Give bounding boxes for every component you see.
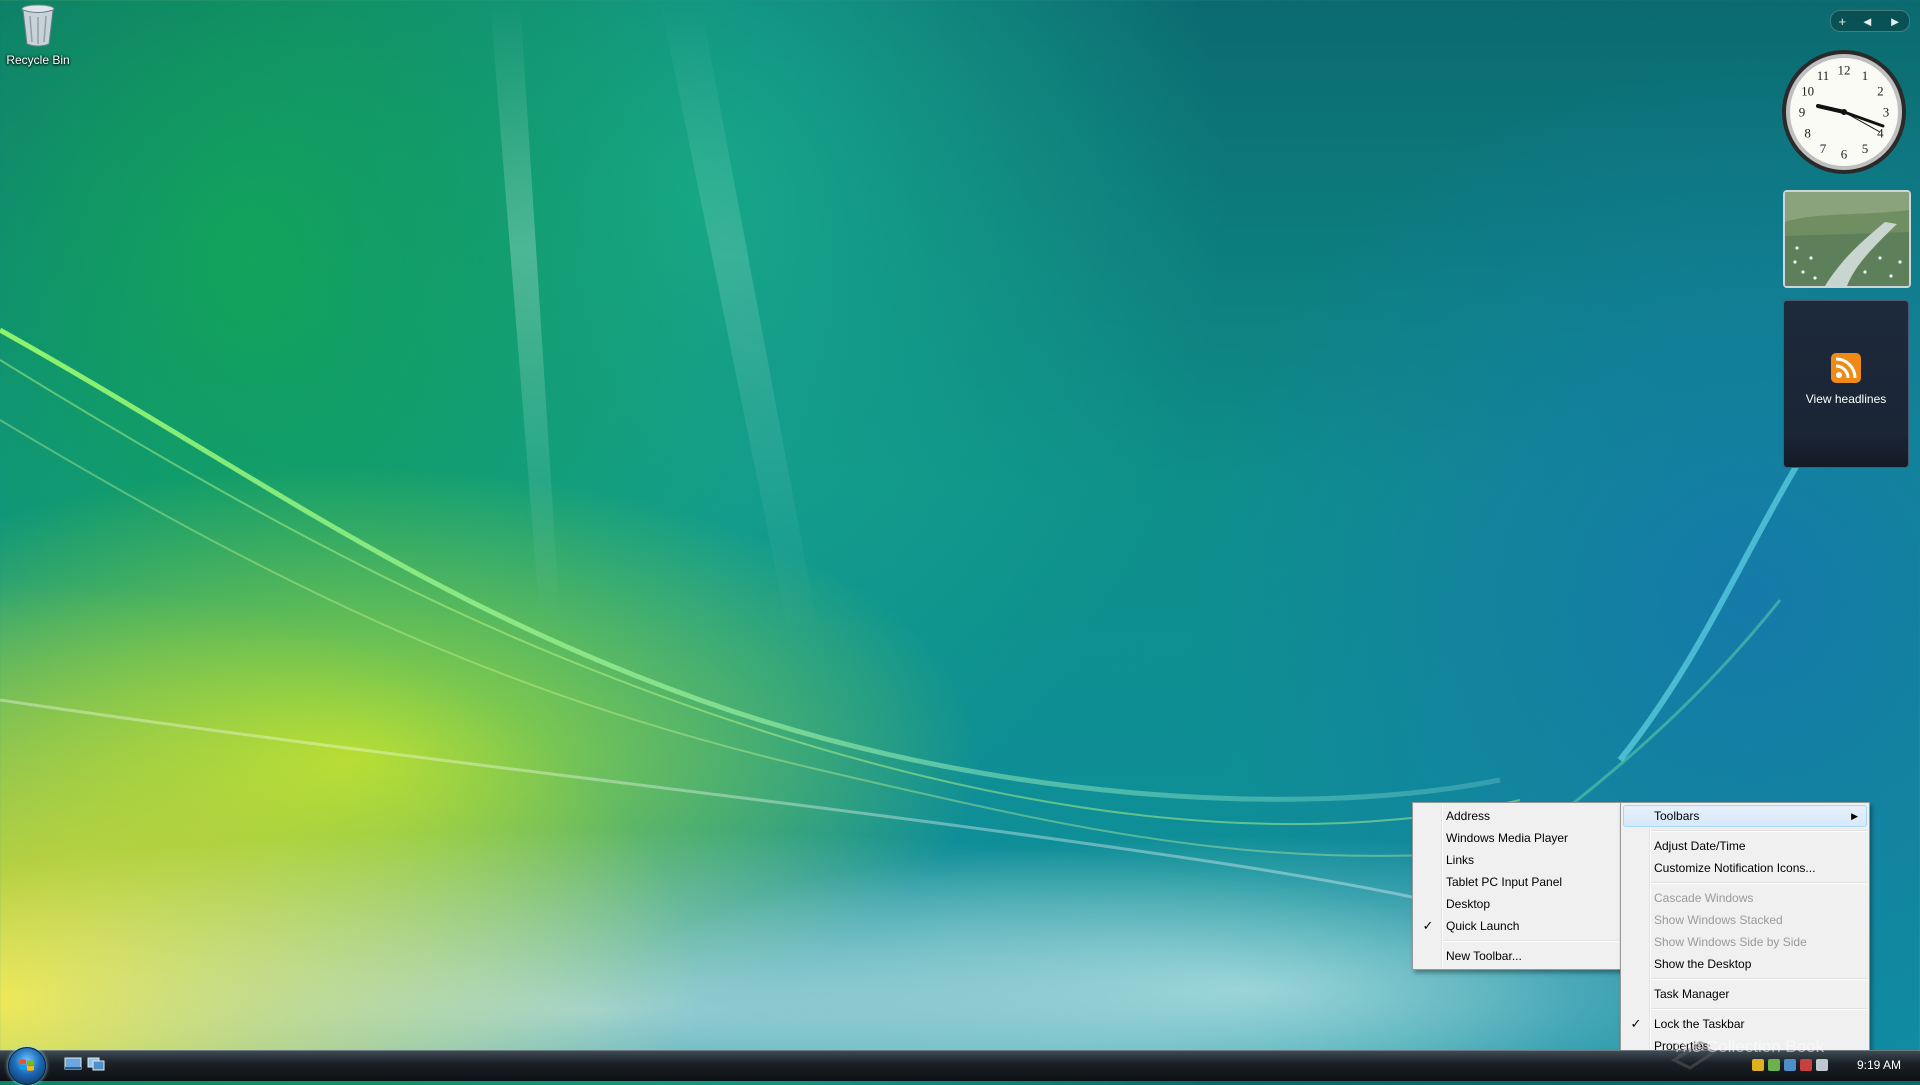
add-gadget-button[interactable]: +: [1838, 14, 1846, 29]
menu-separator: [1443, 940, 1619, 942]
menu-item-address[interactable]: Address: [1413, 805, 1621, 827]
menu-item-label: Desktop: [1446, 897, 1491, 911]
previous-gadgets-button[interactable]: ◄: [1861, 14, 1874, 29]
menu-separator: [1651, 978, 1867, 980]
menu-item-label: Cascade Windows: [1654, 891, 1754, 905]
menu-item-task-manager[interactable]: Task Manager: [1621, 983, 1869, 1005]
sync-icon[interactable]: [1784, 1059, 1796, 1071]
menu-item-show-windows-stacked: Show Windows Stacked: [1621, 909, 1869, 931]
menu-item-label: Adjust Date/Time: [1654, 839, 1746, 853]
menu-separator: [1651, 1008, 1867, 1010]
menu-item-label: Toolbars: [1654, 809, 1700, 823]
clock-numeral: 2: [1877, 84, 1884, 99]
menu-item-lock-the-taskbar[interactable]: ✓ Lock the Taskbar: [1621, 1013, 1869, 1035]
rss-icon: [1831, 353, 1861, 383]
notification-area: [1752, 1053, 1828, 1077]
menu-item-label: Show Windows Side by Side: [1654, 935, 1807, 949]
menu-separator: [1651, 830, 1867, 832]
clock-numeral: 10: [1801, 84, 1814, 99]
menu-item-show-the-desktop[interactable]: Show the Desktop: [1621, 953, 1869, 975]
clock-numeral: 3: [1883, 105, 1890, 120]
recycle-bin-icon: [21, 4, 55, 47]
security-icon[interactable]: [1752, 1059, 1764, 1071]
menu-item-cascade-windows: Cascade Windows: [1621, 887, 1869, 909]
clock-numeral: 7: [1820, 141, 1827, 156]
clock-time[interactable]: 9:19 AM: [1857, 1058, 1901, 1072]
menu-item-label: Show Windows Stacked: [1654, 913, 1783, 927]
menu-item-label: Lock the Taskbar: [1654, 1017, 1745, 1031]
volume-icon[interactable]: [1816, 1059, 1828, 1071]
menu-item-label: Windows Media Player: [1446, 831, 1569, 845]
clock-numeral: 8: [1804, 126, 1811, 141]
clock-numeral: 1: [1862, 68, 1869, 83]
checkmark-icon: ✓: [1630, 1016, 1642, 1031]
menu-item-new-toolbar[interactable]: New Toolbar...: [1413, 945, 1621, 967]
sidebar-controls: + ◄ ►: [1830, 10, 1910, 32]
windows-logo-icon: [20, 1059, 34, 1071]
menu-item-label: Links: [1446, 853, 1475, 867]
menu-item-label: New Toolbar...: [1446, 949, 1522, 963]
menu-item-label: Show the Desktop: [1654, 957, 1752, 971]
menu-item-label: Customize Notification Icons...: [1654, 861, 1816, 875]
menu-item-label: Quick Launch: [1446, 919, 1520, 933]
menu-item-windows-media-player[interactable]: Windows Media Player: [1413, 827, 1621, 849]
clock-numeral: 5: [1862, 141, 1869, 156]
menu-item-label: Tablet PC Input Panel: [1446, 875, 1563, 889]
switch-windows-icon[interactable]: [87, 1056, 105, 1072]
taskbar-context-menu: Toolbars ▶ Adjust Date/Time Customize Not…: [1620, 802, 1870, 1060]
menu-separator: [1651, 882, 1867, 884]
checkmark-icon: ✓: [1422, 918, 1434, 933]
menu-item-label: Task Manager: [1654, 987, 1730, 1001]
alert-icon[interactable]: [1800, 1059, 1812, 1071]
network-icon[interactable]: [1768, 1059, 1780, 1071]
menu-item-desktop[interactable]: Desktop: [1413, 893, 1621, 915]
next-gadgets-button[interactable]: ►: [1889, 14, 1902, 29]
menu-item-label: Address: [1446, 809, 1491, 823]
clock-numeral: 6: [1841, 147, 1848, 162]
menu-item-toolbars[interactable]: Toolbars ▶: [1623, 805, 1867, 827]
start-button[interactable]: [8, 1047, 46, 1085]
menu-item-quick-launch[interactable]: ✓ Quick Launch: [1413, 915, 1621, 937]
clock-numeral: 9: [1799, 105, 1806, 120]
recycle-bin[interactable]: Recycle Bin: [4, 2, 72, 67]
menu-item-adjust-datetime[interactable]: Adjust Date/Time: [1621, 835, 1869, 857]
menu-item-links[interactable]: Links: [1413, 849, 1621, 871]
menu-item-tablet-pc-input-panel[interactable]: Tablet PC Input Panel: [1413, 871, 1621, 893]
slideshow-gadget[interactable]: [1783, 190, 1911, 288]
recycle-bin-label: Recycle Bin: [6, 53, 70, 67]
taskbar[interactable]: [0, 1050, 1920, 1081]
clock-numeral: 4: [1877, 126, 1884, 141]
clock-numeral: 11: [1817, 68, 1830, 83]
submenu-arrow-icon: ▶: [1851, 811, 1858, 821]
feed-headlines-gadget[interactable]: View headlines: [1783, 300, 1909, 468]
clock-gadget[interactable]: 12 12 3 45678 9 1011: [1780, 48, 1908, 176]
menu-item-customize-notification-icons[interactable]: Customize Notification Icons...: [1621, 857, 1869, 879]
show-desktop-icon[interactable]: [64, 1056, 82, 1072]
clock-numeral: 12: [1838, 63, 1851, 78]
view-headlines-link[interactable]: View headlines: [1784, 392, 1908, 406]
menu-item-show-windows-side-by-side: Show Windows Side by Side: [1621, 931, 1869, 953]
toolbars-submenu: Address Windows Media Player Links Table…: [1412, 802, 1622, 970]
